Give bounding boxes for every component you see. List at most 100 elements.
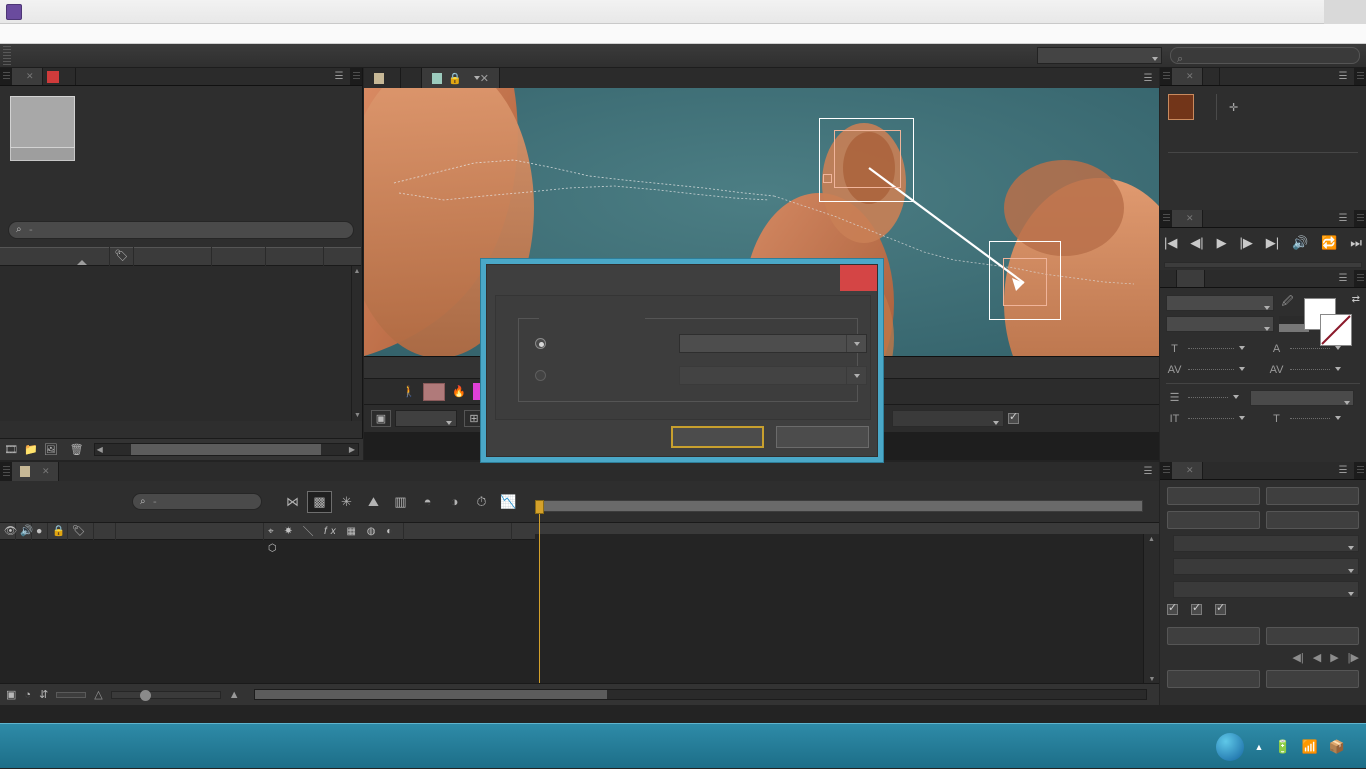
tab-composition-tracking[interactable] xyxy=(364,68,401,88)
info-panel-grip[interactable] xyxy=(1163,72,1170,81)
render-checkbox[interactable] xyxy=(1008,410,1019,424)
play-icon[interactable]: ▶ xyxy=(1217,235,1227,251)
view-select[interactable] xyxy=(892,410,1004,427)
project-settings-icon[interactable]: 🖼 xyxy=(44,443,58,456)
auto-keyframe-icon[interactable]: ⏱ xyxy=(469,491,494,513)
track-point-1-attach-handle[interactable] xyxy=(823,174,832,183)
position-checkbox[interactable] xyxy=(1167,601,1178,615)
layer-radio[interactable] xyxy=(535,338,546,349)
warp-stabilizer-button[interactable] xyxy=(1266,487,1359,505)
stroke-style-select[interactable] xyxy=(1250,389,1354,406)
network-icon[interactable]: 📶 xyxy=(1302,739,1318,755)
zoom-level-select[interactable] xyxy=(395,410,457,427)
horizontal-scale-dropdown-icon[interactable] xyxy=(1335,415,1341,422)
graph-overlay-icon[interactable]: 📉 xyxy=(496,491,521,513)
options-button[interactable] xyxy=(1266,627,1359,645)
column-type[interactable] xyxy=(134,247,212,266)
fit-to-window-icon[interactable]: ▣ xyxy=(371,410,391,427)
font-size-dropdown-icon[interactable] xyxy=(1239,345,1245,352)
new-composition-icon[interactable]: 🎞 xyxy=(4,443,18,456)
brainstorm-icon[interactable]: ◓ xyxy=(415,491,440,513)
timeline-zoom-slider[interactable] xyxy=(110,689,221,701)
fill-stroke-swatches[interactable]: ⇄ xyxy=(1298,294,1360,346)
edit-target-button[interactable] xyxy=(1167,627,1260,645)
column-frame-rate[interactable] xyxy=(266,247,324,266)
current-track-select[interactable] xyxy=(1173,558,1359,575)
layer-target-select[interactable] xyxy=(679,334,867,353)
lock-icon[interactable]: 🔒 xyxy=(448,72,462,85)
tab-info-close-icon[interactable]: ✕ xyxy=(1186,71,1194,82)
eyedropper-icon[interactable]: 🖉 xyxy=(1279,293,1296,312)
tab-audio[interactable] xyxy=(1202,68,1220,85)
stroke-width-value[interactable] xyxy=(1188,397,1228,398)
viewer-panel-menu-icon[interactable]: ☰ xyxy=(1137,68,1159,88)
tab-effects-presets[interactable] xyxy=(1160,270,1177,287)
track-motion-button[interactable] xyxy=(1167,511,1260,529)
effect-point-radio[interactable] xyxy=(535,370,546,381)
new-layer-icon[interactable]: ✳ xyxy=(334,491,359,513)
scale-checkbox[interactable] xyxy=(1215,601,1226,615)
tab-info[interactable]: ✕ xyxy=(1172,68,1203,85)
project-vertical-scrollbar[interactable]: ▲ ▼ xyxy=(351,266,362,421)
dialog-close-button[interactable] xyxy=(840,265,877,291)
ok-button[interactable] xyxy=(671,426,764,448)
timeline-panel-grip[interactable] xyxy=(3,466,10,477)
timeline-zoom-out-icon[interactable]: △ xyxy=(94,688,102,701)
track-camera-button[interactable] xyxy=(1167,487,1260,505)
audio-icon[interactable]: 🔊 xyxy=(1292,235,1308,251)
scroll-thumb[interactable] xyxy=(130,444,321,455)
kerning-dropdown-icon[interactable] xyxy=(1239,366,1245,373)
close-button[interactable] xyxy=(1324,0,1366,24)
preview-panel-menu-icon[interactable]: ☰ xyxy=(1332,210,1354,227)
project-panel-menu-icon[interactable]: ☰ xyxy=(328,68,350,85)
preview-panel-grip[interactable] xyxy=(1163,214,1170,223)
expand-collapse-icon[interactable]: ⇵ xyxy=(39,688,48,701)
timeline-search-input[interactable]: ⌕ - xyxy=(132,493,262,510)
tab-character[interactable] xyxy=(1177,270,1205,287)
track-point-2-feature-region[interactable] xyxy=(1003,258,1047,306)
project-search-input[interactable]: ⌕ - xyxy=(8,221,354,239)
column-in-point[interactable] xyxy=(324,247,362,266)
help-icon[interactable] xyxy=(1215,732,1244,761)
tab-tracker[interactable]: ✕ xyxy=(1172,462,1203,479)
next-frame-icon[interactable]: |▶ xyxy=(1239,235,1252,251)
kerning-value[interactable] xyxy=(1188,369,1234,370)
rotation-checkbox-group[interactable] xyxy=(1191,601,1205,615)
project-panel-grip-right[interactable] xyxy=(353,72,360,81)
tab-project-close-icon[interactable]: ✕ xyxy=(26,71,34,82)
info-panel-menu-icon[interactable]: ☰ xyxy=(1332,68,1354,85)
tracker-panel-grip[interactable] xyxy=(1163,466,1170,475)
draft-3d-icon[interactable]: ◑ xyxy=(442,491,467,513)
frame-blending-icon[interactable]: ▣ xyxy=(6,688,16,701)
analyze-forward-icon[interactable]: ▶ xyxy=(1330,651,1338,664)
dropbox-icon[interactable]: 📦 xyxy=(1329,739,1345,755)
apply-button[interactable] xyxy=(1266,670,1359,688)
timeline-playhead[interactable] xyxy=(535,500,544,514)
character-panel-menu-icon[interactable]: ☰ xyxy=(1332,270,1354,287)
tracker-panel-grip-right[interactable] xyxy=(1357,466,1364,475)
stroke-width-dropdown-icon[interactable] xyxy=(1233,394,1239,401)
ram-preview-icon[interactable]: ⏭ xyxy=(1350,235,1362,251)
timeline-hscroll-thumb[interactable] xyxy=(254,690,607,699)
start-button[interactable] xyxy=(0,724,12,769)
toggle-switches-modes-button[interactable] xyxy=(56,691,87,698)
chevron-down-icon[interactable] xyxy=(846,335,866,352)
layer-radio-row[interactable] xyxy=(535,338,553,349)
rotation-checkbox[interactable] xyxy=(1191,601,1202,615)
vertical-scale-value[interactable] xyxy=(1188,418,1234,419)
graph-editor-icon[interactable]: ⋈ xyxy=(280,491,305,513)
minimize-button[interactable] xyxy=(1240,0,1282,24)
analyze-backward-1-frame-icon[interactable]: ◀| xyxy=(1292,651,1303,664)
vertical-scale-dropdown-icon[interactable] xyxy=(1239,415,1245,422)
info-panel-grip-right[interactable] xyxy=(1357,72,1364,81)
column-label-tag[interactable]: 🏷 xyxy=(110,247,134,266)
tab-project[interactable]: ✕ xyxy=(12,68,43,85)
previous-frame-icon[interactable]: ◀| xyxy=(1190,235,1203,251)
tracking-dropdown-icon[interactable] xyxy=(1335,366,1341,373)
font-size-value[interactable] xyxy=(1188,348,1234,349)
first-frame-icon[interactable]: |◀ xyxy=(1164,235,1177,251)
toolbar-grip[interactable] xyxy=(3,45,11,66)
tab-timeline-tracking[interactable]: ✕ xyxy=(12,462,59,481)
font-style-select[interactable] xyxy=(1166,315,1274,332)
tab-effect-controls[interactable] xyxy=(42,68,76,85)
